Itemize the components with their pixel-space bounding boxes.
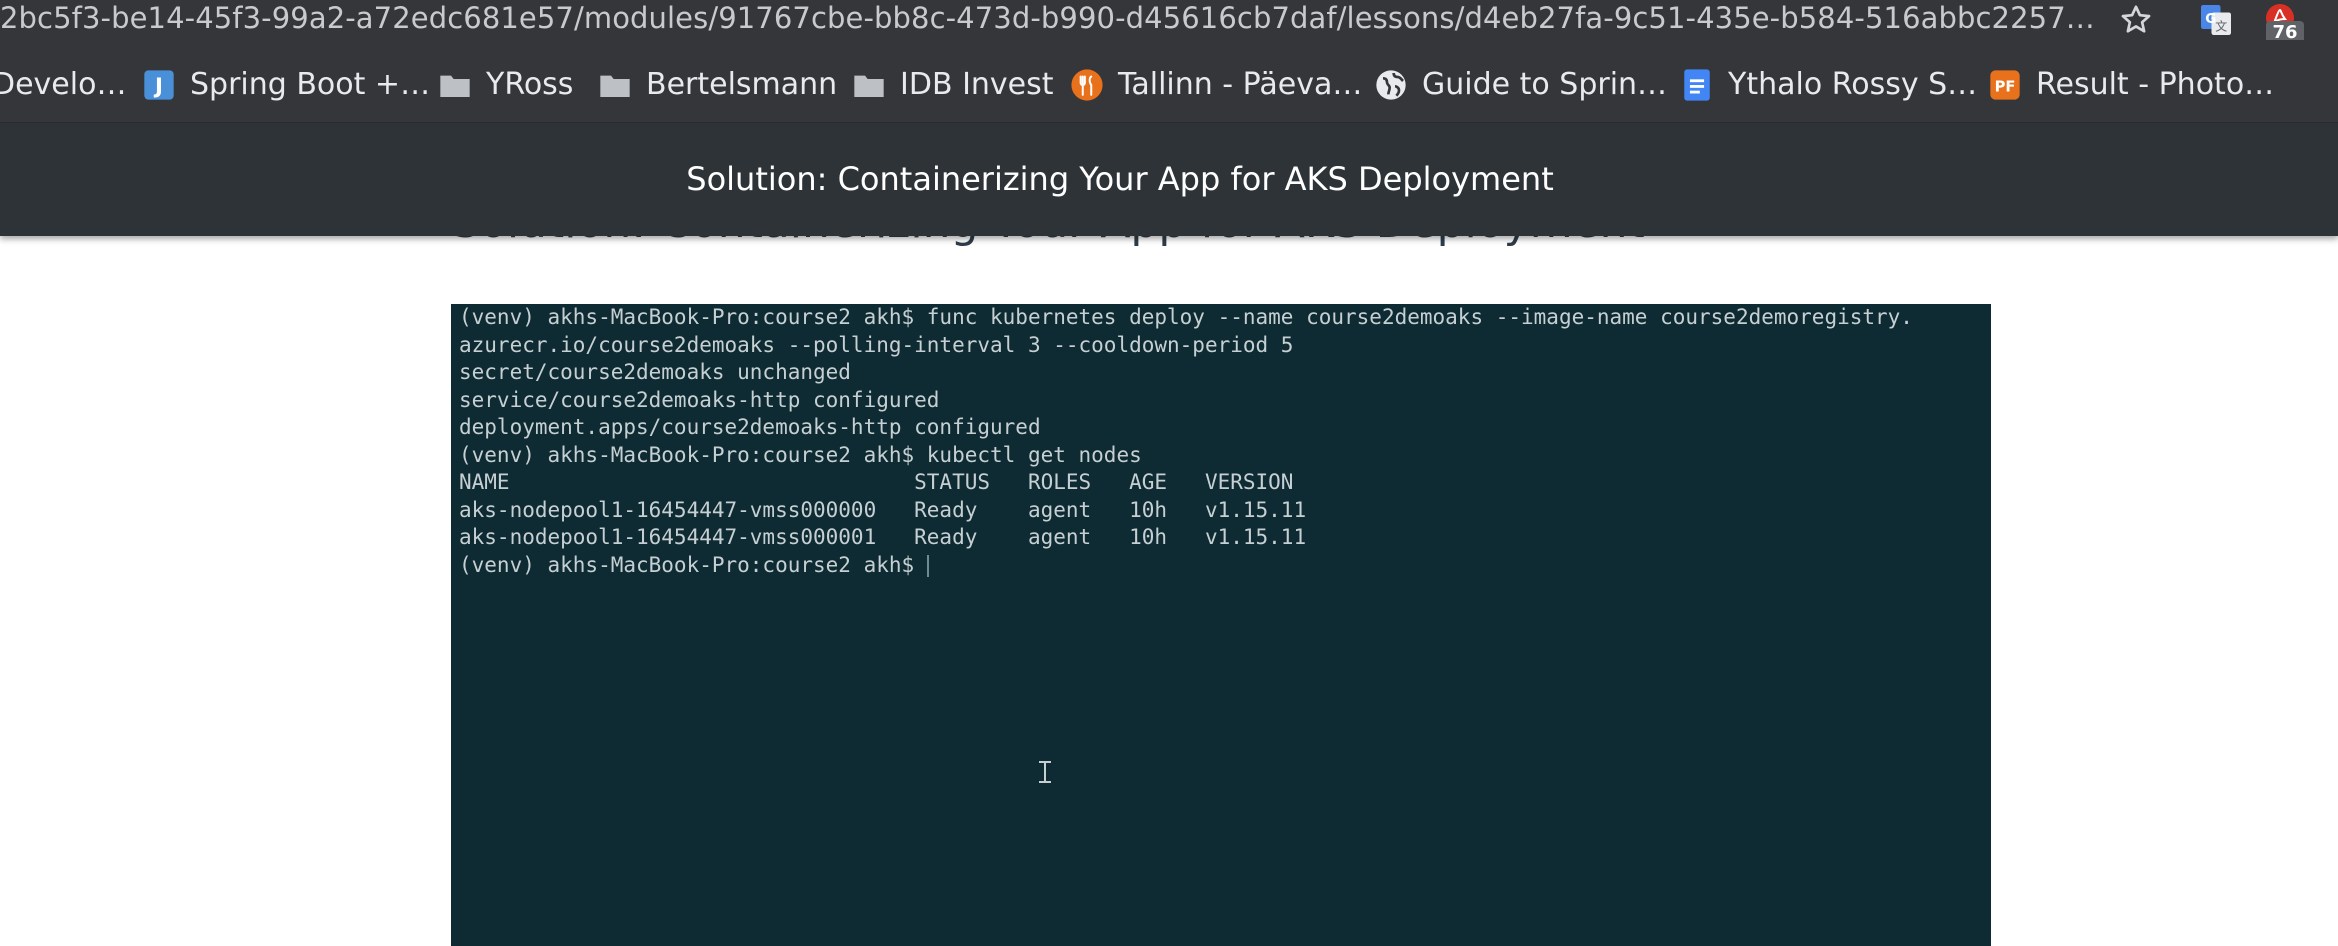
svg-text:文: 文 xyxy=(2215,19,2227,34)
bookmark-label: YRoss xyxy=(486,67,574,102)
terminal-prompt: (venv) akhs-MacBook-Pro:course2 akh$ xyxy=(459,552,927,577)
sticky-header: Solution: Containerizing Your App for AK… xyxy=(0,123,2338,236)
terminal-video[interactable]: (venv) akhs-MacBook-Pro:course2 akh$ fun… xyxy=(451,304,1991,946)
bookmark-yross[interactable]: YRoss xyxy=(438,60,573,110)
bookmark-label: Develo… xyxy=(0,67,127,102)
bookmark-tallinn[interactable]: Tallinn - Päeva… xyxy=(1070,60,1362,110)
star-icon[interactable] xyxy=(2118,2,2154,38)
bookmark-label: Ythalo Rossy S… xyxy=(1728,67,1978,102)
terminal-cursor xyxy=(926,554,929,577)
bookmark-label: Spring Boot +… xyxy=(190,67,431,102)
terminal-line: aks-nodepool1-16454447-vmss000000 Ready … xyxy=(459,497,1307,522)
terminal-line: azurecr.io/course2demoaks --polling-inte… xyxy=(459,332,1294,357)
bookmark-label: Result - Photo… xyxy=(2036,67,2275,102)
globe-icon xyxy=(1374,68,1408,102)
google-translate-icon[interactable]: G 文 xyxy=(2198,2,2234,38)
svg-text:J: J xyxy=(153,74,163,99)
bookmark-guide-to-spring[interactable]: Guide to Sprin… xyxy=(1374,60,1667,110)
terminal-line: secret/course2demoaks unchanged xyxy=(459,360,851,384)
bookmark-label: Guide to Sprin… xyxy=(1422,67,1668,102)
svg-text:PF: PF xyxy=(1995,79,2016,96)
j-app-icon: J xyxy=(142,68,176,102)
bookmark-result-photo[interactable]: PF Result - Photo… xyxy=(1988,60,2274,110)
bookmark-label: Tallinn - Päeva… xyxy=(1118,67,1363,102)
bookmark-developer[interactable]: Develo… xyxy=(0,60,126,110)
terminal-line: NAME STATUS ROLES AGE VERSION xyxy=(459,470,1294,494)
address-bar[interactable]: 2bc5f3-be14-45f3-99a2-a72edc681e57/modul… xyxy=(0,0,2338,45)
folder-icon xyxy=(598,68,632,102)
google-docs-icon xyxy=(1680,68,1714,102)
terminal-line: (venv) akhs-MacBook-Pro:course2 akh$ fun… xyxy=(459,305,1913,329)
terminal-line: (venv) akhs-MacBook-Pro:course2 akh$ kub… xyxy=(459,442,1142,467)
folder-icon xyxy=(438,68,472,102)
page-content: Solution: Containerizing Your App for AK… xyxy=(0,123,2338,946)
photo-app-icon: PF xyxy=(1988,68,2022,102)
bookmark-bertelsmann[interactable]: Bertelsmann xyxy=(598,60,837,110)
terminal-prompt-line: (venv) akhs-MacBook-Pro:course2 akh$ xyxy=(459,552,1983,580)
folder-icon xyxy=(852,68,886,102)
bookmark-ythalo-rossy[interactable]: Ythalo Rossy S… xyxy=(1680,60,1977,110)
terminal-line: aks-nodepool1-16454447-vmss000001 Ready … xyxy=(459,525,1307,549)
bookmark-label: IDB Invest xyxy=(900,67,1054,102)
terminal-line: service/course2demoaks-http configured xyxy=(459,387,940,412)
bookmark-spring-boot[interactable]: J Spring Boot +… xyxy=(142,60,430,110)
terminal-line: deployment.apps/course2demoaks-http conf… xyxy=(459,415,1041,439)
bookmark-idb-invest[interactable]: IDB Invest xyxy=(852,60,1054,110)
bookmark-label: Bertelsmann xyxy=(646,67,838,102)
sticky-title: Solution: Containerizing Your App for AK… xyxy=(686,160,1554,198)
fork-knife-icon xyxy=(1070,68,1104,102)
text-cursor-icon xyxy=(1035,760,1055,784)
url-text[interactable]: 2bc5f3-be14-45f3-99a2-a72edc681e57/modul… xyxy=(0,0,2098,38)
